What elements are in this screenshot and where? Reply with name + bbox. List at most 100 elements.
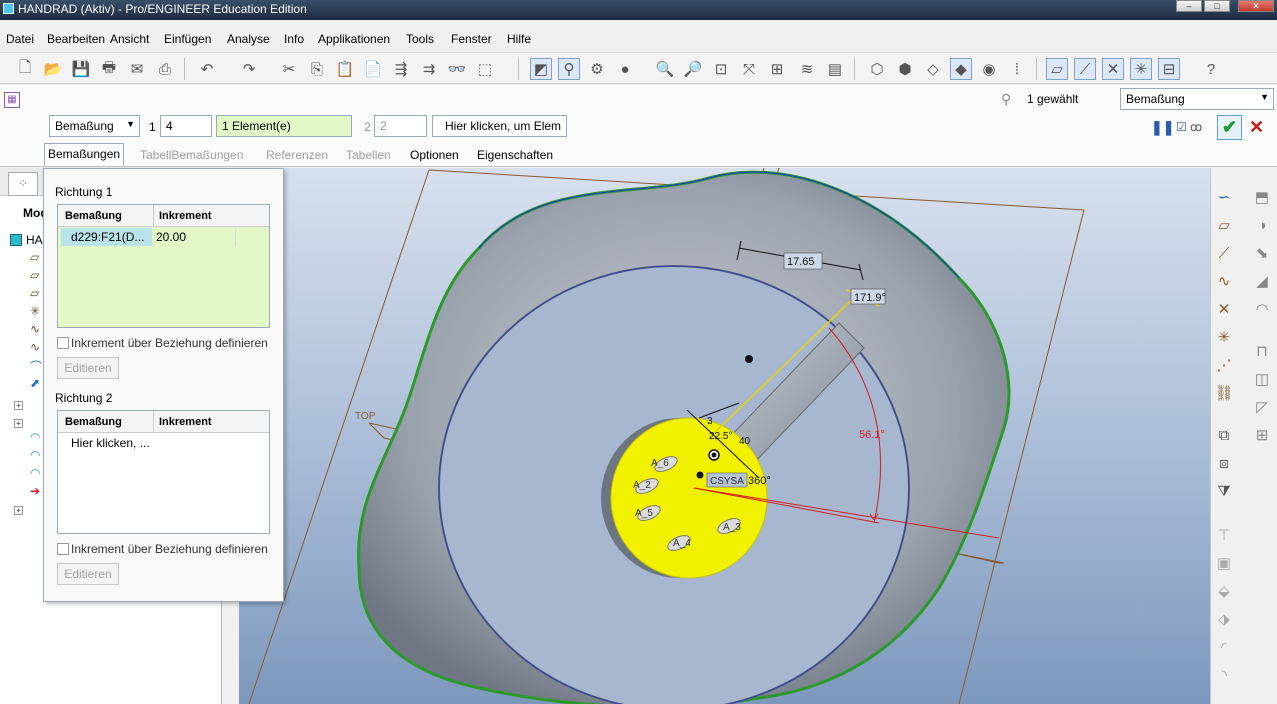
maximize-button[interactable]: □ — [1204, 0, 1230, 12]
dimension-small[interactable]: 22.5° — [709, 431, 732, 442]
tab-optionen[interactable]: Optionen — [410, 148, 459, 162]
dimension-cell[interactable]: d229:F21(D... — [61, 228, 152, 246]
menu-einfuegen[interactable]: Einfügen — [164, 32, 211, 46]
preview-checkbox-icon[interactable]: ☑ — [1176, 120, 1187, 134]
copy-icon[interactable]: ⎘ — [306, 58, 328, 80]
analysis-tool-icon[interactable]: ⋰ — [1213, 354, 1235, 376]
pattern-type-combo[interactable]: Bemaßung ▼ — [49, 115, 140, 137]
sweep-icon[interactable]: ⬈ — [30, 376, 40, 390]
menu-datei[interactable]: Datei — [6, 32, 34, 46]
curve-icon[interactable]: ∿ — [30, 340, 40, 354]
csys-tool-icon[interactable]: ✳ — [1213, 326, 1235, 348]
shading-icon[interactable]: ◆ — [950, 58, 972, 80]
graphics-viewport[interactable]: A_6 A_5 A_4 A_3 A_2 17.65 171.9° 56.1° 3… — [239, 168, 1210, 704]
draft-tool-icon[interactable]: ⊞ — [1251, 424, 1273, 446]
coordinate-systems-icon[interactable]: ✳ — [1130, 58, 1152, 80]
menu-analyse[interactable]: Analyse — [227, 32, 270, 46]
rib-tool-icon[interactable]: ◸ — [1251, 396, 1273, 418]
datum-plane-icon[interactable]: ▱ — [30, 286, 39, 300]
csys-icon[interactable]: ✳ — [30, 304, 40, 318]
dir2-elements-collector[interactable]: Hier klicken, um Elem — [432, 115, 567, 137]
zoom-in-icon[interactable]: 🔍 — [654, 58, 676, 80]
copy-feature-icon[interactable]: ⧉ — [1213, 424, 1235, 446]
select-box-icon[interactable]: ⬚ — [474, 58, 496, 80]
repaint-icon[interactable]: ◩ — [530, 58, 552, 80]
hidden-line-icon[interactable]: ⬢ — [894, 58, 916, 80]
expand-icon[interactable]: + — [14, 506, 23, 515]
open-file-icon[interactable]: 📂 — [42, 58, 64, 80]
datum-point[interactable] — [745, 355, 753, 363]
regen-manager-icon[interactable]: ⇉ — [418, 58, 440, 80]
expand-icon[interactable]: + — [14, 419, 23, 428]
checkbox-box[interactable] — [57, 543, 69, 555]
menu-info[interactable]: Info — [284, 32, 304, 46]
minimize-button[interactable]: – — [1176, 0, 1202, 12]
tab-bemassungen[interactable]: Bemaßungen — [44, 143, 125, 165]
regenerate-icon[interactable]: ⇶ — [390, 58, 412, 80]
dir2-placeholder[interactable]: Hier klicken, ... — [71, 436, 150, 450]
find-icon[interactable]: 👓 — [446, 58, 468, 80]
no-hidden-icon[interactable]: ◇ — [922, 58, 944, 80]
thicken-tool-icon[interactable]: ◜ — [1213, 636, 1235, 658]
dimension-angle-red[interactable]: 56.1° — [859, 429, 885, 441]
dimension-angle-top[interactable]: 171.9° — [854, 292, 886, 304]
wireframe-icon[interactable]: ⬡ — [866, 58, 888, 80]
zoom-out-icon[interactable]: 🔎 — [682, 58, 704, 80]
paste-icon[interactable]: 📋 — [334, 58, 356, 80]
reorient-icon[interactable]: ⤧ — [738, 58, 760, 80]
edit-button-dir2[interactable]: Editieren — [57, 563, 119, 585]
model-tree-tab-icon[interactable]: ⁘ — [8, 172, 38, 196]
enhanced-realism-icon[interactable]: ◉ — [978, 58, 1000, 80]
sketch-icon[interactable]: ⌒ — [30, 358, 42, 375]
datum-plane-tool-icon[interactable]: ▱ — [1213, 214, 1235, 236]
dimension-360[interactable]: 360° — [748, 475, 771, 487]
menu-ansicht[interactable]: Ansicht — [110, 32, 149, 46]
direction1-table[interactable]: Bemaßung Inkrement d229:F21(D... 20.00 — [57, 204, 270, 328]
tab-referenzen[interactable]: Referenzen — [266, 148, 328, 162]
annotations-icon[interactable]: ⊟ — [1158, 58, 1180, 80]
layers-icon[interactable]: ≋ — [796, 58, 818, 80]
menu-bearbeiten[interactable]: Bearbeiten — [47, 32, 105, 46]
pattern-feature-icon[interactable]: ⧈ — [1213, 452, 1235, 474]
direction2-table[interactable]: Bemaßung Inkrement Hier klicken, ... — [57, 410, 270, 534]
datum-curve-tool-icon[interactable]: ∿ — [1213, 270, 1235, 292]
appearance-icon[interactable]: ● — [614, 58, 636, 80]
relation-checkbox-dir1[interactable]: Inkrement über Beziehung definieren — [57, 336, 268, 350]
menu-fenster[interactable]: Fenster — [451, 32, 492, 46]
hole-tool-icon[interactable]: ⊓ — [1251, 340, 1273, 362]
mirror-feature-icon[interactable]: ⧩ — [1213, 480, 1235, 502]
model-graphics[interactable]: A_6 A_5 A_4 A_3 A_2 17.65 171.9° 56.1° 3… — [239, 168, 1210, 704]
close-window-button[interactable]: ✕ — [1238, 0, 1274, 12]
refit-icon[interactable]: ⊡ — [710, 58, 732, 80]
revolve-icon[interactable]: ◠ — [30, 466, 40, 480]
send-icon[interactable]: ✉ — [126, 58, 148, 80]
edit-button-dir1[interactable]: Editieren — [57, 357, 119, 379]
revolve-icon[interactable]: ◠ — [30, 430, 40, 444]
insert-here-arrow-icon[interactable]: ➔ — [30, 484, 40, 498]
new-file-icon[interactable]: 🗋 — [14, 58, 36, 80]
menu-hilfe[interactable]: Hilfe — [507, 32, 531, 46]
checkbox-box[interactable] — [57, 337, 69, 349]
undo-icon[interactable]: ↶ — [196, 58, 218, 80]
datum-plane-icon[interactable]: ▱ — [30, 250, 39, 264]
solidify-tool-icon[interactable]: ◝ — [1213, 664, 1235, 686]
tree-root[interactable]: HA — [10, 233, 43, 247]
print-icon[interactable]: 🖶 — [98, 58, 120, 80]
reference-tool-icon[interactable]: ⛓ — [1213, 382, 1235, 404]
blend-tool-icon[interactable]: ◢ — [1251, 270, 1273, 292]
context-help-icon[interactable]: ? — [1200, 58, 1222, 80]
orient-mode-icon[interactable]: ⚙ — [586, 58, 608, 80]
dimension-small[interactable]: 40 — [739, 436, 751, 447]
print-preview-icon[interactable]: ⎙ — [154, 58, 176, 80]
offset-tool-icon[interactable]: ⬗ — [1213, 608, 1235, 630]
datum-planes-icon[interactable]: ▱ — [1046, 58, 1068, 80]
curve-icon[interactable]: ∿ — [30, 322, 40, 336]
table-row[interactable]: Hier klicken, ... — [58, 433, 269, 453]
table-row[interactable]: d229:F21(D... 20.00 — [58, 227, 269, 247]
sweep-tool-icon[interactable]: ⬊ — [1251, 242, 1273, 264]
dimension-small[interactable]: 3 — [707, 416, 713, 427]
dir1-elements-collector[interactable]: 1 Element(e) — [216, 115, 352, 137]
view-manager-icon[interactable]: ▤ — [824, 58, 846, 80]
verify-glasses-icon[interactable]: ꝏ — [1190, 120, 1202, 134]
tab-eigenschaften[interactable]: Eigenschaften — [477, 148, 553, 162]
